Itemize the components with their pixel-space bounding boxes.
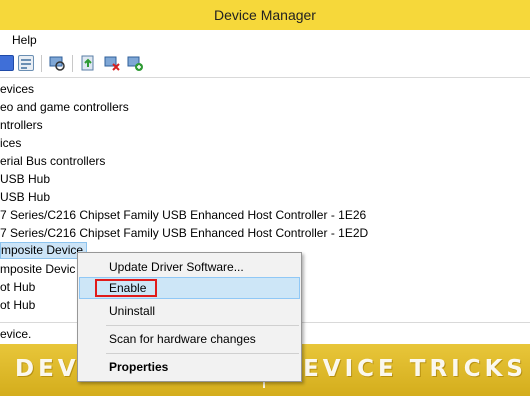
scan-hardware-icon[interactable] bbox=[49, 55, 65, 71]
update-driver-icon[interactable] bbox=[80, 55, 96, 71]
toolbar-separator bbox=[41, 55, 42, 72]
menu-separator bbox=[106, 325, 299, 326]
menu-item-label: Update Driver Software... bbox=[109, 260, 244, 274]
uninstall-device-icon[interactable] bbox=[104, 55, 120, 71]
menu-item-label: Uninstall bbox=[109, 304, 156, 318]
tree-item[interactable]: evices bbox=[0, 81, 34, 98]
tree-item[interactable]: eo and game controllers bbox=[0, 99, 129, 116]
menu-bar: Help bbox=[0, 30, 530, 50]
watermark-text-right: DEVICE TRICKS bbox=[280, 356, 527, 382]
menu-item-label: Properties bbox=[109, 360, 169, 374]
tree-item[interactable]: USB Hub bbox=[0, 171, 50, 188]
menu-separator bbox=[106, 353, 299, 354]
tree-item[interactable]: USB Hub bbox=[0, 189, 50, 206]
tree-item[interactable]: 7 Series/C216 Chipset Family USB Enhance… bbox=[0, 207, 366, 224]
menu-help[interactable]: Help bbox=[12, 33, 37, 47]
help-icon[interactable] bbox=[0, 55, 14, 71]
menu-item-label: Scan for hardware changes bbox=[109, 332, 256, 346]
tree-item[interactable]: ot Hub bbox=[0, 279, 35, 296]
context-menu: Update Driver Software... Enable Uninsta… bbox=[77, 252, 302, 382]
toolbar bbox=[0, 50, 530, 78]
tree-item[interactable]: erial Bus controllers bbox=[0, 153, 105, 170]
menu-item-uninstall[interactable]: Uninstall bbox=[79, 300, 300, 322]
menu-item-enable[interactable]: Enable bbox=[79, 277, 300, 299]
menu-item-scan-hardware[interactable]: Scan for hardware changes bbox=[79, 328, 300, 350]
tree-item-selected[interactable]: mposite Device bbox=[0, 242, 88, 259]
properties-view-icon[interactable] bbox=[18, 55, 34, 71]
window-title: Device Manager bbox=[214, 7, 316, 23]
menu-item-properties[interactable]: Properties bbox=[79, 356, 300, 378]
enable-device-icon[interactable] bbox=[127, 55, 143, 71]
tree-item[interactable]: ntrollers bbox=[0, 117, 43, 134]
tree-item[interactable]: 7 Series/C216 Chipset Family USB Enhance… bbox=[0, 225, 368, 242]
status-text: evice. bbox=[0, 327, 32, 341]
toolbar-separator bbox=[72, 55, 73, 72]
menu-item-update-driver[interactable]: Update Driver Software... bbox=[79, 256, 300, 278]
title-bar: Device Manager bbox=[0, 0, 530, 30]
tree-item[interactable]: ices bbox=[0, 135, 21, 152]
tree-item[interactable]: ot Hub bbox=[0, 297, 35, 314]
menu-item-label: Enable bbox=[109, 281, 147, 295]
tree-item[interactable]: mposite Devic bbox=[0, 261, 75, 278]
